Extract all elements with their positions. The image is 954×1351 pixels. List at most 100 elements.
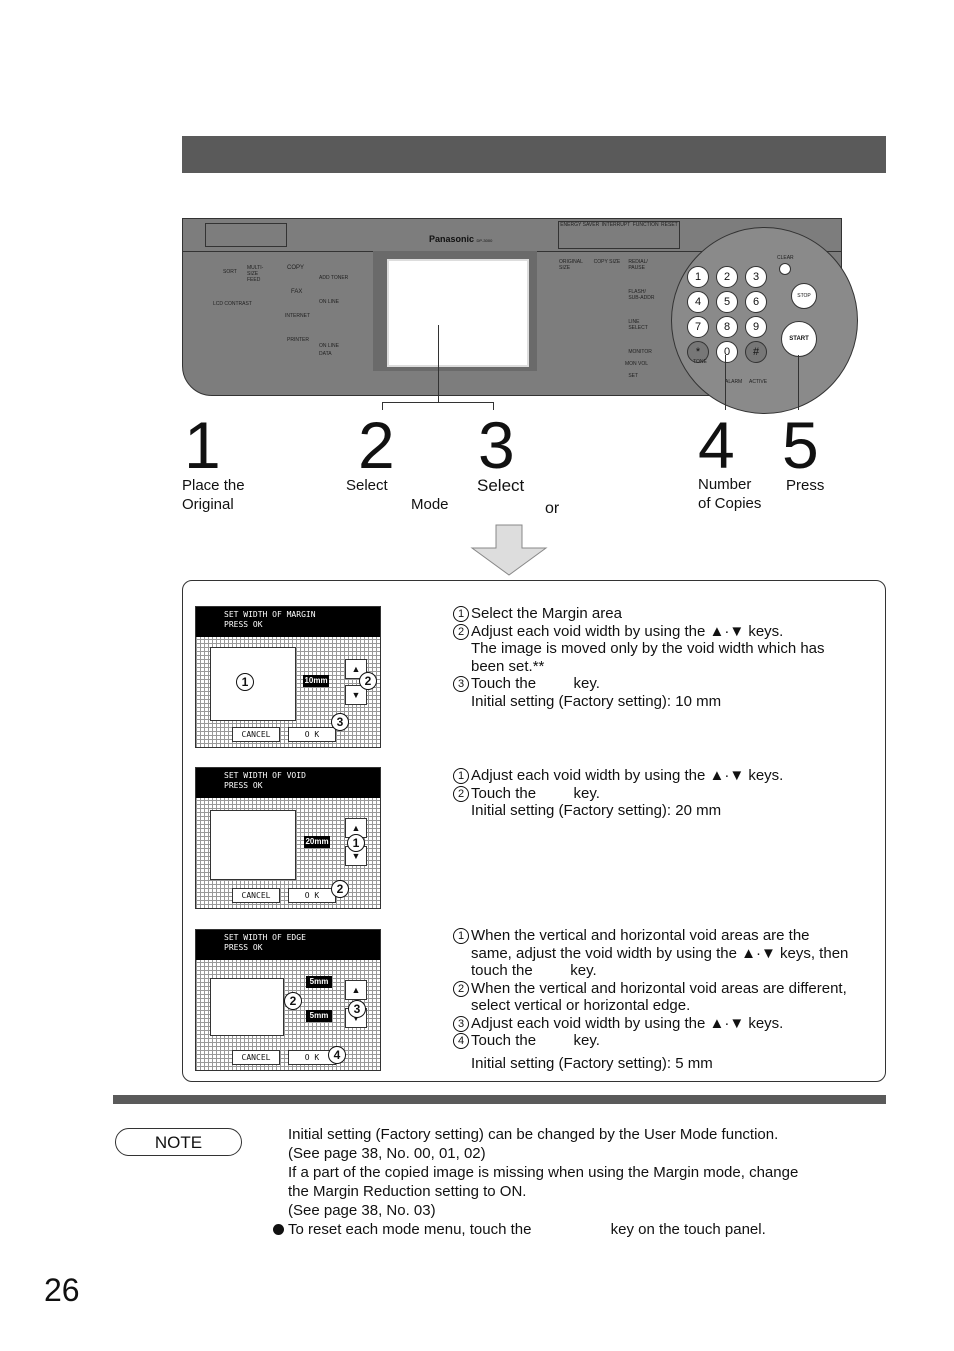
- cancel-button[interactable]: CANCEL: [232, 1050, 280, 1065]
- leader-line-keypad: [725, 355, 726, 410]
- margin-screen-title: SET WIDTH OF MARGIN: [224, 610, 316, 619]
- void-illustration: [210, 810, 296, 880]
- down-arrow-icon: [470, 524, 548, 576]
- instruction-text: select vertical or horizontal edge.: [471, 997, 691, 1014]
- clear-button[interactable]: CLEAR: [777, 255, 794, 261]
- instruction-text: Touch the key.: [471, 1032, 600, 1049]
- void-screen-subtitle: PRESS OK: [224, 781, 263, 790]
- function-buttons: ENERGY SAVER INTERRUPT FUNCTION RESET: [558, 221, 680, 249]
- cancel-button[interactable]: CANCEL: [232, 888, 280, 903]
- step-1-text: Place the Original: [182, 476, 245, 514]
- step-1-number: 1: [184, 408, 221, 482]
- key-hash[interactable]: #: [745, 341, 767, 363]
- void-screen: SET WIDTH OF VOID PRESS OK 20mm ▲ ▼ CANCE…: [195, 767, 381, 909]
- key-9[interactable]: 9: [745, 316, 767, 338]
- instruction-text: same, adjust the void width by using the…: [471, 944, 849, 962]
- line-select-button[interactable]: LINE SELECT: [628, 319, 659, 331]
- key-1[interactable]: 1: [687, 266, 709, 288]
- flash-button[interactable]: FLASH/ SUB-ADDR: [628, 289, 659, 301]
- instruction-text: Initial setting (Factory setting): 10 mm: [471, 692, 722, 710]
- sort-label: SORT: [223, 269, 237, 275]
- step-circle-icon: 4: [453, 1033, 469, 1049]
- tone-label: TONE: [693, 359, 707, 365]
- document-slot: [205, 223, 287, 247]
- step-circle-icon: 1: [453, 928, 469, 944]
- instruction-line: 1 Adjust each void width by using the ▲·▼…: [453, 767, 783, 785]
- printer-button[interactable]: PRINTER: [287, 337, 309, 343]
- touch-panel-lcd[interactable]: [387, 259, 529, 367]
- instruction-line: touch the key.: [453, 962, 848, 980]
- stop-button[interactable]: STOP: [791, 283, 817, 309]
- callout-4: 4: [328, 1046, 346, 1064]
- copy-button[interactable]: COPY: [287, 265, 304, 271]
- fax-button[interactable]: FAX: [291, 289, 302, 295]
- instruction-text: When the vertical and horizontal void ar…: [471, 979, 847, 997]
- instruction-line: 1 Select the Margin area: [453, 605, 825, 623]
- multi-size-label: MULTI-SIZE FEED: [247, 265, 264, 283]
- control-panel-illustration: Panasonic DP-3000 ENERGY SAVER INTERRUPT…: [182, 218, 858, 414]
- ok-button[interactable]: O K: [288, 888, 336, 903]
- up-arrow-button[interactable]: ▲: [345, 980, 367, 1000]
- instruction-line: 1 When the vertical and horizontal void a…: [453, 927, 848, 945]
- key-5[interactable]: 5: [716, 291, 738, 313]
- internet-button[interactable]: INTERNET: [285, 313, 310, 319]
- step-4-line2: of Copies: [698, 495, 762, 512]
- instruction-line: 2 Adjust each void width by using the ▲·▼…: [453, 623, 825, 641]
- key-7[interactable]: 7: [687, 316, 709, 338]
- clear-key[interactable]: [779, 263, 791, 275]
- step-circle-icon: 3: [453, 676, 469, 692]
- leader-line-lcd: [438, 325, 439, 403]
- original-size-button[interactable]: ORIGINAL SIZE: [559, 259, 590, 271]
- callout-1: 1: [347, 834, 365, 852]
- note-line: (See page 38, No. 00, 01, 02): [288, 1145, 486, 1162]
- instruction-text: Adjust each void width by using the ▲·▼ …: [471, 1014, 784, 1032]
- interrupt-button[interactable]: INTERRUPT: [602, 222, 631, 248]
- instruction-line: 3 Adjust each void width by using the ▲·▼…: [453, 1015, 848, 1033]
- key-3[interactable]: 3: [745, 266, 767, 288]
- instruction-text: The image is moved only by the void widt…: [471, 640, 825, 657]
- key-4[interactable]: 4: [687, 291, 709, 313]
- redial-pause-button[interactable]: REDIAL/ PAUSE: [628, 259, 659, 271]
- key-8[interactable]: 8: [716, 316, 738, 338]
- fax-online-indicator: ON LINE: [319, 299, 340, 305]
- callout-3: 3: [331, 713, 349, 731]
- instruction-line: 2 Touch the key.: [453, 785, 783, 803]
- alarm-indicator: ALARM: [725, 379, 743, 385]
- energy-saver-button[interactable]: ENERGY SAVER: [560, 222, 599, 248]
- horizontal-edge-value[interactable]: 5mm: [306, 1010, 332, 1022]
- printer-online-indicator: ON LINE: [319, 343, 340, 349]
- instruction-line: 3 Touch the key.: [453, 675, 825, 693]
- instruction-line: been set.**: [453, 658, 825, 676]
- step-3-label: Select: [477, 476, 525, 495]
- active-indicator: ACTIVE: [749, 379, 768, 385]
- divider-bar: [113, 1095, 886, 1104]
- step-circle-icon: 1: [453, 768, 469, 784]
- instruction-text: When the vertical and horizontal void ar…: [471, 927, 810, 944]
- start-button[interactable]: START: [781, 321, 817, 357]
- function-button[interactable]: FUNCTION: [633, 222, 659, 248]
- key-2[interactable]: 2: [716, 266, 738, 288]
- key-6[interactable]: 6: [745, 291, 767, 313]
- cancel-button[interactable]: CANCEL: [232, 727, 280, 742]
- instruction-text: been set.**: [471, 657, 545, 675]
- note-line: Initial setting (Factory setting) can be…: [288, 1126, 779, 1143]
- model-label: DP-3000: [476, 238, 493, 243]
- copy-size-button[interactable]: COPY SIZE: [594, 259, 625, 271]
- void-instructions: 1 Adjust each void width by using the ▲·▼…: [453, 767, 783, 820]
- instruction-text: Adjust each void width by using the ▲·▼ …: [471, 767, 784, 784]
- monitor-button[interactable]: MONITOR: [628, 349, 659, 355]
- instruction-text: touch the key.: [471, 962, 597, 979]
- ok-button[interactable]: O K: [288, 727, 336, 742]
- reset-button[interactable]: RESET: [661, 222, 678, 248]
- step-1-line2: Original: [182, 496, 234, 513]
- note-line: If a part of the copied image is missing…: [288, 1164, 799, 1181]
- set-button[interactable]: SET: [628, 373, 659, 379]
- margin-screen: SET WIDTH OF MARGIN PRESS OK 10mm ▲ ▼ CAN…: [195, 606, 381, 748]
- instruction-text: Touch the key.: [471, 675, 600, 692]
- vertical-edge-value[interactable]: 5mm: [306, 976, 332, 988]
- data-indicator: DATA: [319, 351, 332, 357]
- step-1-line1: Place the: [182, 477, 245, 494]
- instruction-line: same, adjust the void width by using the…: [453, 945, 848, 963]
- callout-2: 2: [359, 672, 377, 690]
- key-0[interactable]: 0: [716, 341, 738, 363]
